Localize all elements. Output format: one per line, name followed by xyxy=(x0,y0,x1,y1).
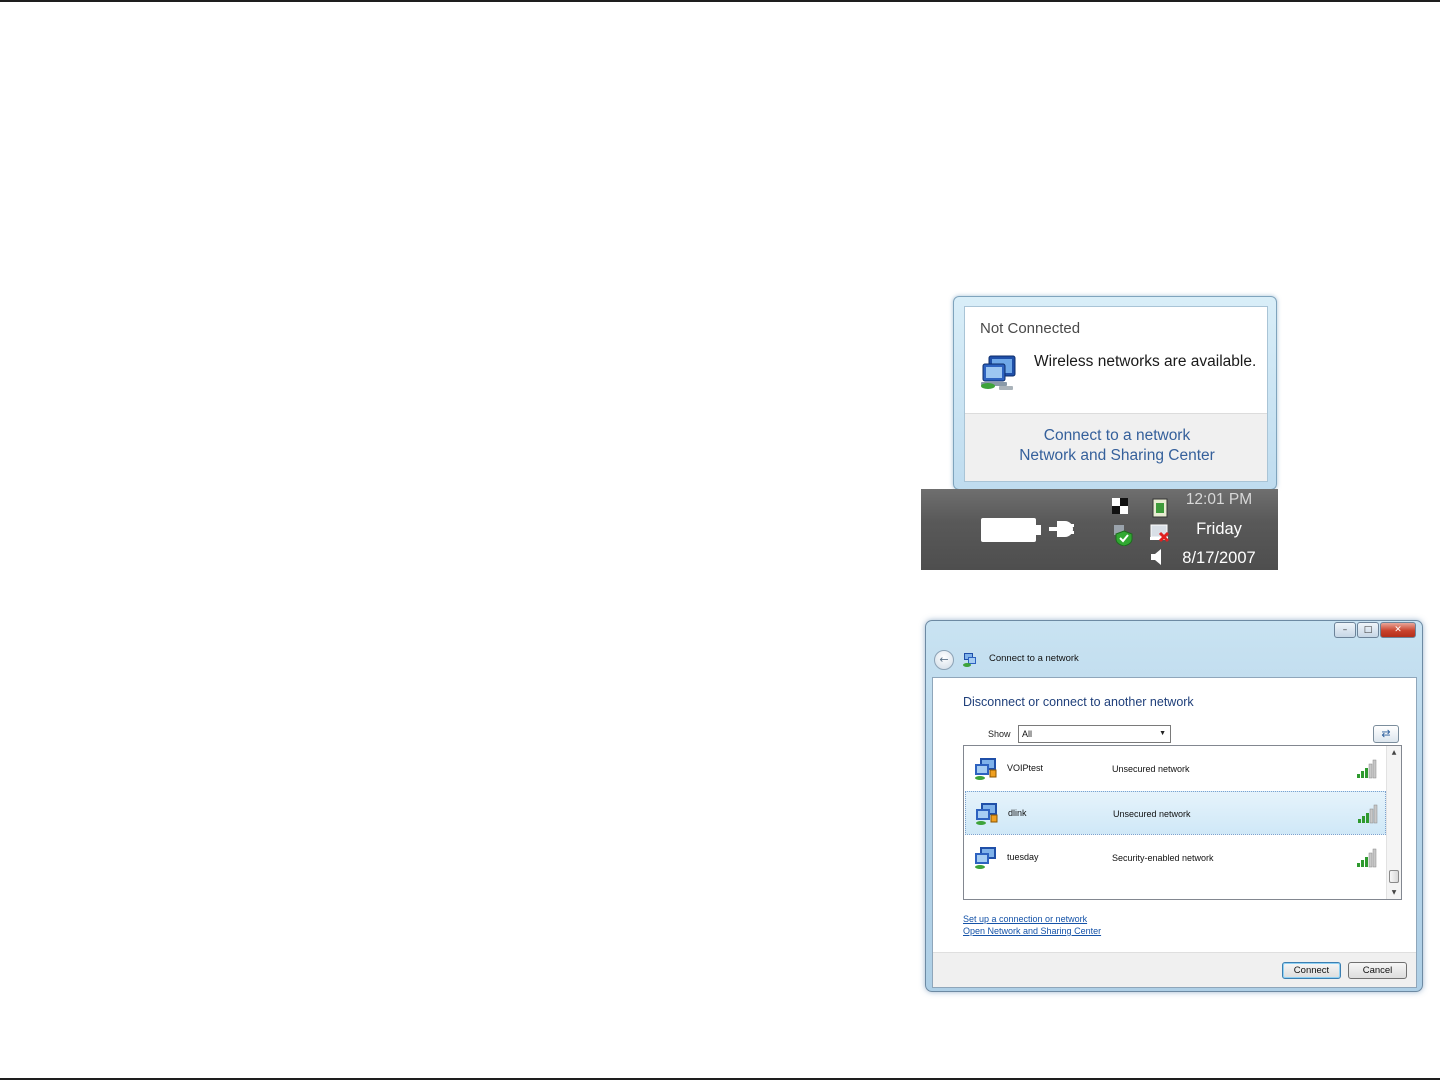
clipboard-icon[interactable] xyxy=(1149,497,1171,519)
refresh-icon: ⇄ xyxy=(1381,727,1391,740)
balloon-link-area: Connect to a network Network and Sharing… xyxy=(965,413,1267,481)
clock-date[interactable]: 8/17/2007 xyxy=(1169,549,1269,568)
tray-notification-screenshot: Not Connected Wireless networks are avai… xyxy=(921,282,1278,570)
show-label: Show xyxy=(988,729,1011,739)
scroll-up-icon[interactable]: ▲ xyxy=(1387,746,1401,759)
connect-to-network-window: – □ ✕ ← Connect to a network Disconnect … xyxy=(925,620,1423,992)
window-footer: Connect Cancel xyxy=(933,952,1416,987)
show-filter-select[interactable]: All ▼ xyxy=(1018,725,1171,743)
network-row-dlink[interactable]: dlink Unsecured network xyxy=(965,791,1386,835)
network-name: VOIPtest xyxy=(1007,763,1044,773)
close-button[interactable]: ✕ xyxy=(1380,622,1416,638)
maximize-button[interactable]: □ xyxy=(1357,622,1379,638)
speaker-icon[interactable] xyxy=(1147,546,1169,568)
signal-strength-icon xyxy=(1358,804,1378,824)
network-row-voiptest[interactable]: VOIPtest Unsecured network xyxy=(965,747,1386,791)
secured-network-icon xyxy=(975,847,996,869)
unsecured-network-icon xyxy=(976,803,998,825)
chevron-down-icon: ▼ xyxy=(1159,730,1166,737)
clock-time[interactable]: 12:01 PM xyxy=(1169,491,1269,509)
signal-strength-icon xyxy=(1357,759,1377,779)
bottom-rule xyxy=(0,1078,1440,1080)
network-sharing-center-link[interactable]: Network and Sharing Center xyxy=(965,446,1267,466)
network-status: Unsecured network xyxy=(1113,809,1191,819)
page: Not Connected Wireless networks are avai… xyxy=(0,0,1440,1081)
wireless-network-icon xyxy=(981,355,1016,390)
cancel-button[interactable]: Cancel xyxy=(1348,962,1407,979)
refresh-button[interactable]: ⇄ xyxy=(1373,725,1399,743)
network-list-scrollbar[interactable]: ▲ ▼ xyxy=(1386,746,1401,899)
link-group: Set up a connection or network Open Netw… xyxy=(963,913,1101,937)
clock-day[interactable]: Friday xyxy=(1169,520,1269,539)
network-status: Security-enabled network xyxy=(1112,853,1214,863)
back-button[interactable]: ← xyxy=(934,650,954,670)
balloon-body: Not Connected Wireless networks are avai… xyxy=(964,306,1268,482)
network-title-icon xyxy=(963,653,976,667)
balloon-message: Wireless networks are available. xyxy=(1034,353,1257,370)
network-row-tuesday[interactable]: tuesday Security-enabled network xyxy=(965,836,1386,880)
show-filter-value: All xyxy=(1022,729,1033,739)
connect-to-network-link[interactable]: Connect to a network xyxy=(965,426,1267,446)
scroll-thumb[interactable] xyxy=(1389,870,1399,883)
network-name: tuesday xyxy=(1007,852,1039,862)
window-title: Connect to a network xyxy=(989,653,1079,664)
setup-connection-link[interactable]: Set up a connection or network xyxy=(963,913,1101,925)
page-heading: Disconnect or connect to another network xyxy=(963,695,1194,709)
unsecured-network-icon xyxy=(975,758,997,780)
balloon-title: Not Connected xyxy=(980,320,1081,337)
scroll-down-icon[interactable]: ▼ xyxy=(1387,886,1401,899)
minimize-button[interactable]: – xyxy=(1334,622,1356,638)
top-rule xyxy=(0,0,1440,2)
power-plug-icon[interactable] xyxy=(1049,516,1075,542)
notification-balloon: Not Connected Wireless networks are avai… xyxy=(953,296,1277,490)
network-list: VOIPtest Unsecured network dlink Unsecur… xyxy=(963,745,1402,900)
network-name: dlink xyxy=(1008,808,1027,818)
tray-app-icon[interactable] xyxy=(1112,496,1134,518)
security-shield-icon[interactable] xyxy=(1113,524,1135,546)
battery-icon[interactable] xyxy=(981,518,1041,542)
signal-strength-icon xyxy=(1357,848,1377,868)
open-sharing-center-link[interactable]: Open Network and Sharing Center xyxy=(963,925,1101,937)
window-client-area: Disconnect or connect to another network… xyxy=(932,677,1417,988)
connect-button[interactable]: Connect xyxy=(1282,962,1341,979)
window-controls: – □ ✕ xyxy=(1333,622,1416,639)
network-status: Unsecured network xyxy=(1112,764,1190,774)
taskbar-tray: 12:01 PM Friday 8/17/2007 xyxy=(921,489,1278,570)
network-disconnected-icon[interactable] xyxy=(1149,522,1171,544)
